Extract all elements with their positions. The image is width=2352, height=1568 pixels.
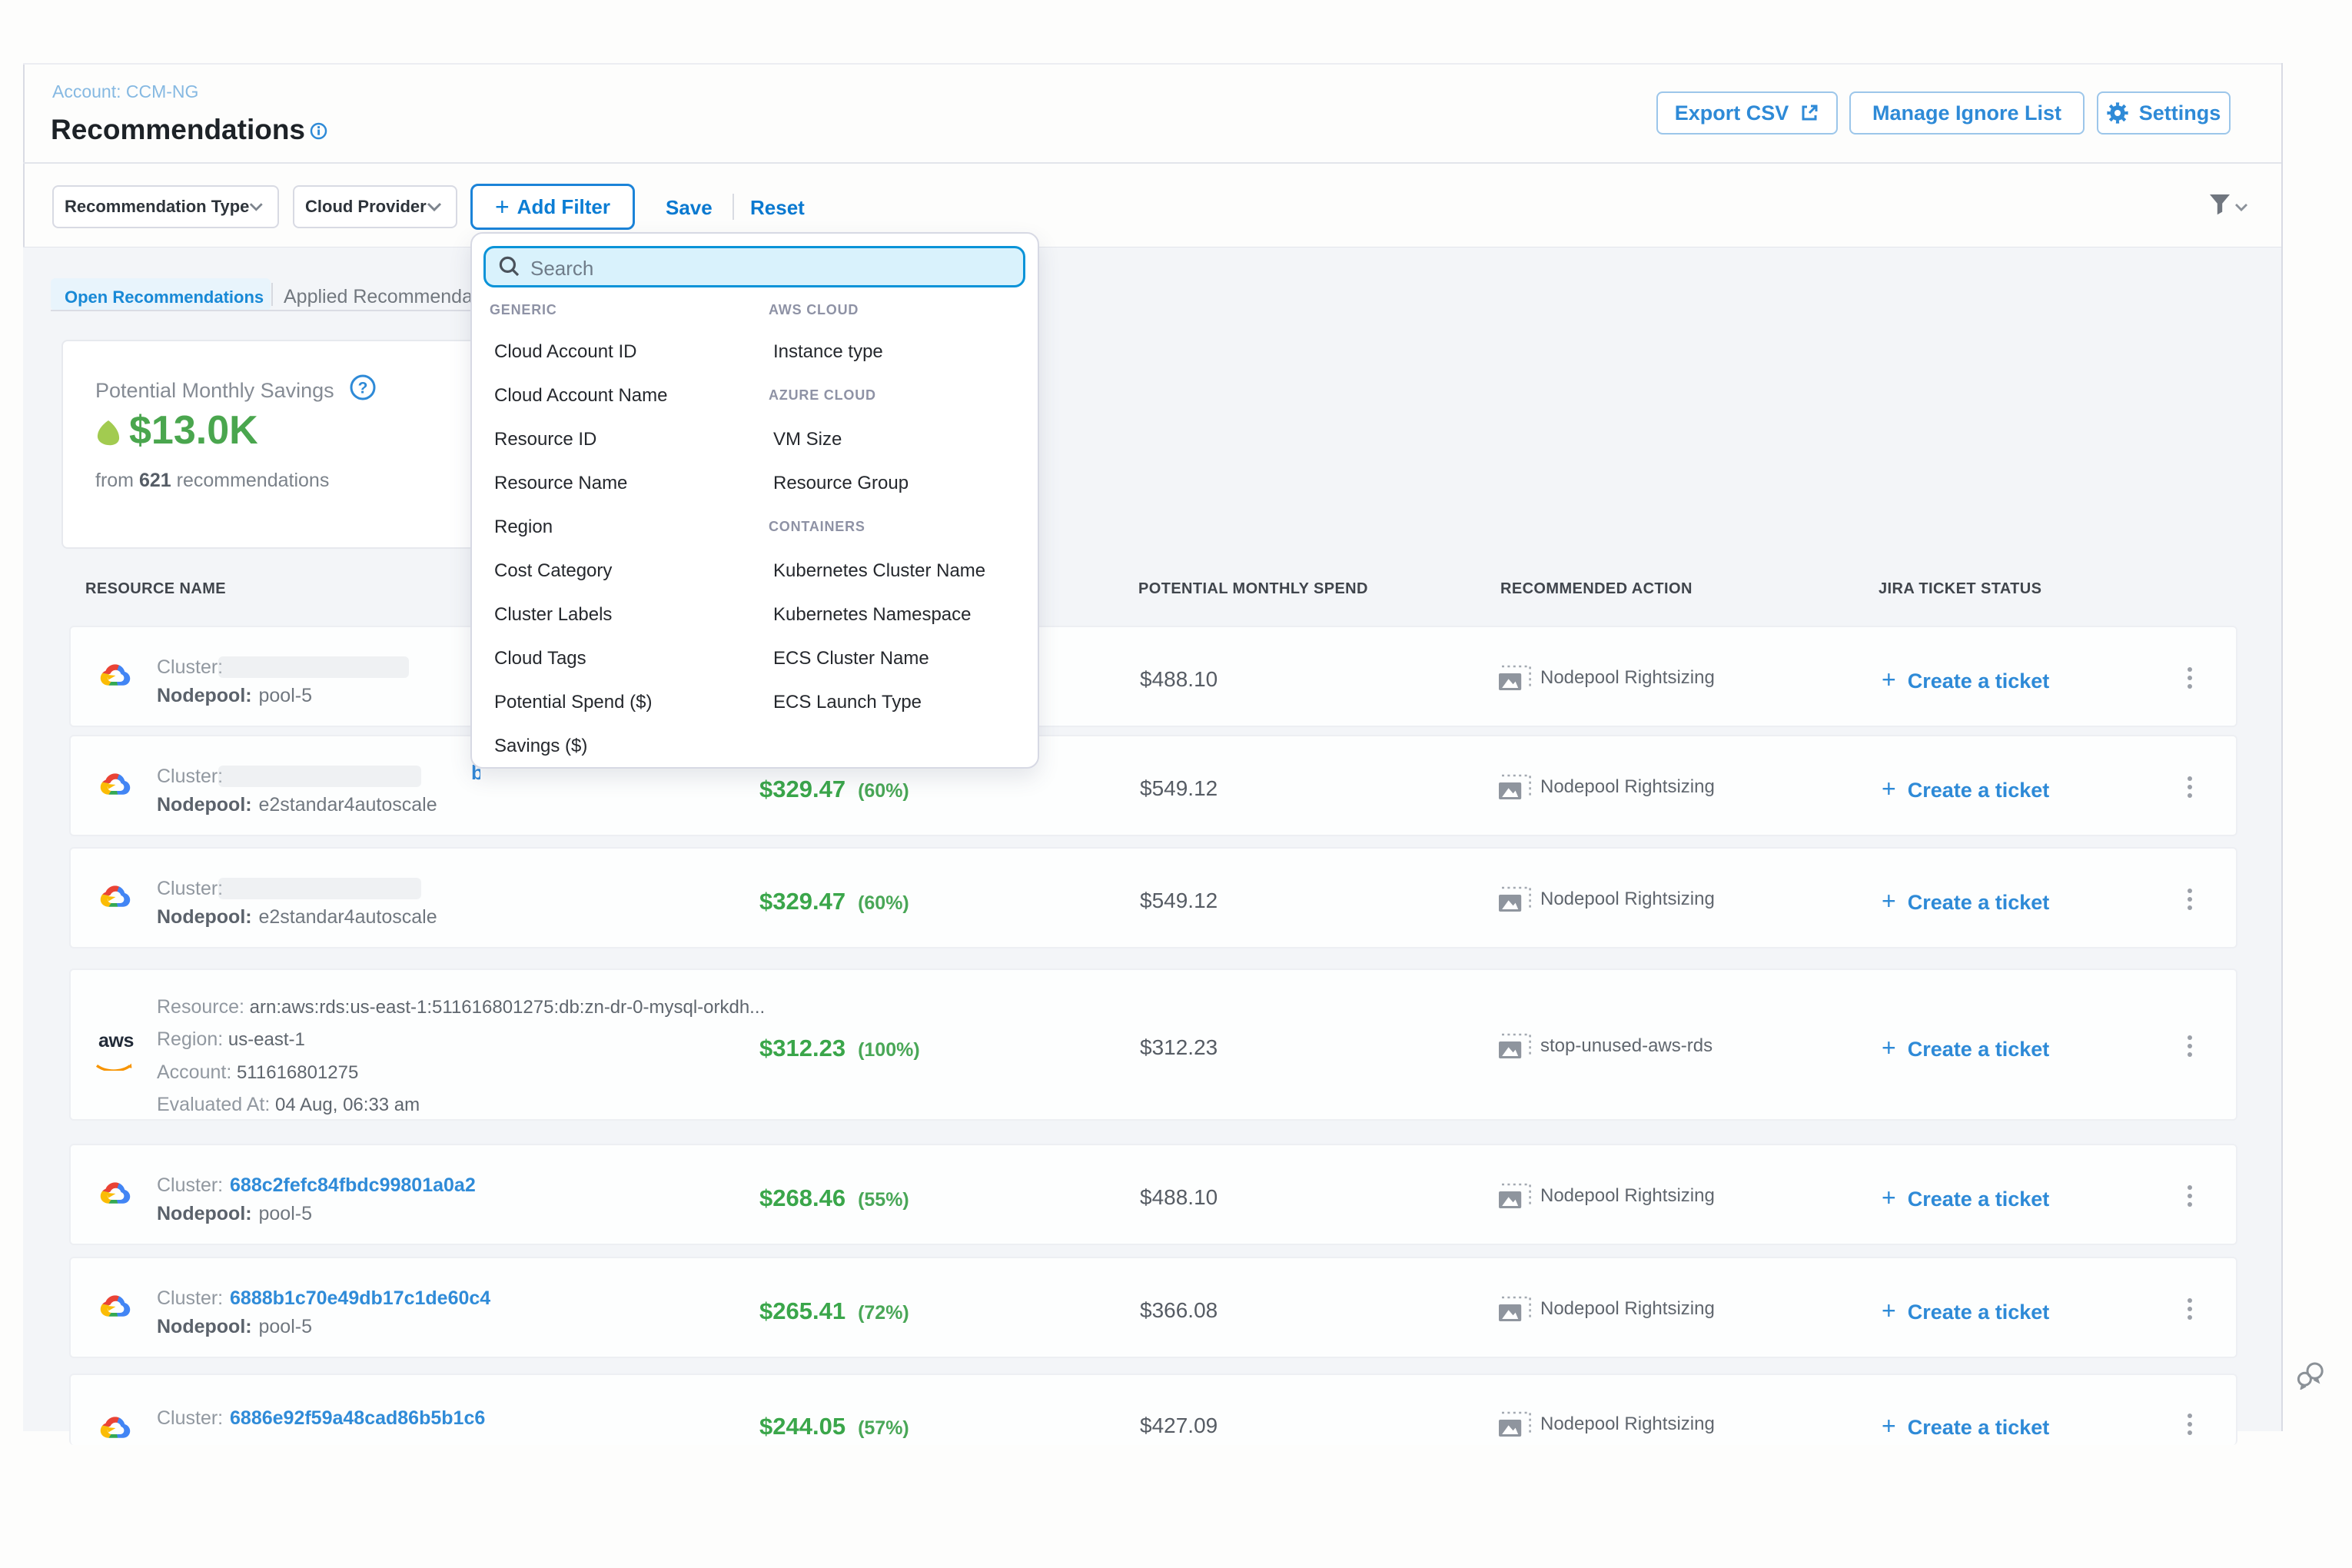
svg-text:?: ?: [358, 380, 368, 397]
